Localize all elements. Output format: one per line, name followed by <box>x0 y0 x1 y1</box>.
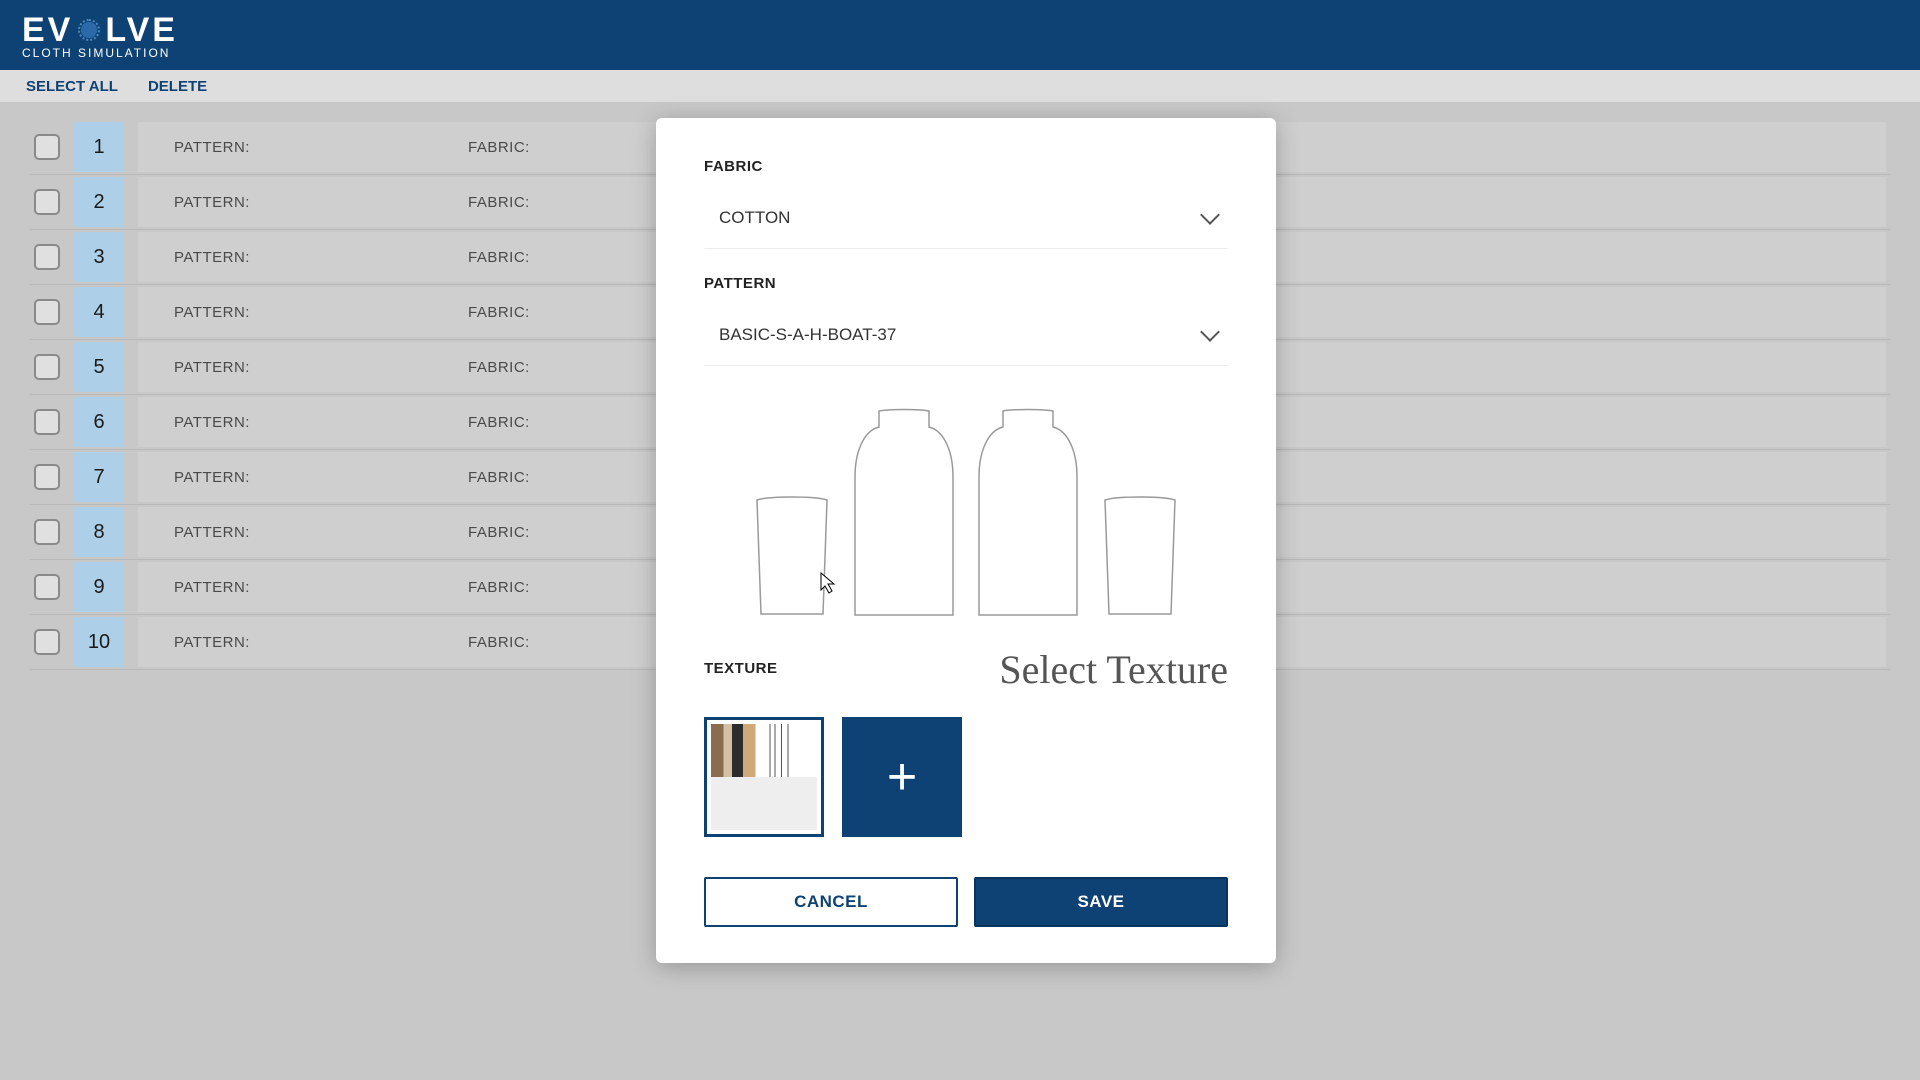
row-pattern-label: PATTERN: <box>138 194 468 211</box>
select-all-button[interactable]: SELECT ALL <box>26 78 118 95</box>
pattern-piece-icon <box>749 492 835 622</box>
row-pattern-label: PATTERN: <box>138 304 468 321</box>
row-checkbox[interactable] <box>34 464 60 490</box>
row-pattern-label: PATTERN: <box>138 249 468 266</box>
row-fabric-label: FABRIC: <box>468 139 530 156</box>
row-fabric-label: FABRIC: <box>468 414 530 431</box>
row-number: 10 <box>74 617 124 667</box>
pattern-section-label: PATTERN <box>704 275 1228 292</box>
row-fabric-label: FABRIC: <box>468 524 530 541</box>
fabric-select-value: COTTON <box>719 208 790 228</box>
row-pattern-label: PATTERN: <box>138 579 468 596</box>
toolbar: SELECT ALL DELETE <box>0 70 1920 102</box>
logo-subtitle: CLOTH SIMULATION <box>22 46 178 60</box>
fabric-select[interactable]: COTTON <box>704 193 1228 249</box>
fabric-section-label: FABRIC <box>704 158 1228 175</box>
row-pattern-label: PATTERN: <box>138 359 468 376</box>
row-number: 6 <box>74 397 124 447</box>
logo-text-left: EV <box>22 11 73 50</box>
app-header: EV LVE CLOTH SIMULATION <box>0 0 1920 70</box>
pattern-select-value: BASIC-S-A-H-BOAT-37 <box>719 325 896 345</box>
row-number: 2 <box>74 177 124 227</box>
row-checkbox[interactable] <box>34 299 60 325</box>
row-fabric-label: FABRIC: <box>468 194 530 211</box>
pattern-piece-icon <box>973 407 1083 622</box>
row-number: 4 <box>74 287 124 337</box>
row-checkbox[interactable] <box>34 574 60 600</box>
row-checkbox[interactable] <box>34 134 60 160</box>
pattern-select[interactable]: BASIC-S-A-H-BOAT-37 <box>704 310 1228 366</box>
row-pattern-label: PATTERN: <box>138 414 468 431</box>
row-checkbox[interactable] <box>34 244 60 270</box>
row-checkbox[interactable] <box>34 629 60 655</box>
logo-text-right: LVE <box>105 11 178 50</box>
row-checkbox[interactable] <box>34 409 60 435</box>
row-pattern-label: PATTERN: <box>138 634 468 651</box>
row-fabric-label: FABRIC: <box>468 304 530 321</box>
row-checkbox[interactable] <box>34 354 60 380</box>
row-number: 7 <box>74 452 124 502</box>
row-checkbox[interactable] <box>34 519 60 545</box>
row-pattern-label: PATTERN: <box>138 524 468 541</box>
plus-icon: + <box>887 747 917 807</box>
row-number: 3 <box>74 232 124 282</box>
select-texture-heading: Select Texture <box>999 646 1228 693</box>
delete-button[interactable]: DELETE <box>148 78 207 95</box>
edit-pattern-modal: FABRIC COTTON PATTERN BASIC-S-A-H-BOAT-3… <box>656 118 1276 963</box>
add-texture-button[interactable]: + <box>842 717 962 837</box>
save-button[interactable]: SAVE <box>974 877 1228 927</box>
gear-icon <box>75 16 103 44</box>
row-fabric-label: FABRIC: <box>468 579 530 596</box>
row-number: 8 <box>74 507 124 557</box>
row-number: 9 <box>74 562 124 612</box>
chevron-down-icon <box>1200 322 1220 342</box>
texture-thumbnail[interactable] <box>704 717 824 837</box>
row-number: 5 <box>74 342 124 392</box>
pattern-preview <box>704 392 1228 622</box>
pattern-piece-icon <box>849 407 959 622</box>
chevron-down-icon <box>1200 205 1220 225</box>
row-fabric-label: FABRIC: <box>468 359 530 376</box>
row-fabric-label: FABRIC: <box>468 469 530 486</box>
row-pattern-label: PATTERN: <box>138 139 468 156</box>
pattern-piece-icon <box>1097 492 1183 622</box>
row-fabric-label: FABRIC: <box>468 249 530 266</box>
row-fabric-label: FABRIC: <box>468 634 530 651</box>
app-logo: EV LVE CLOTH SIMULATION <box>22 11 178 60</box>
texture-section-label: TEXTURE <box>704 658 778 677</box>
texture-thumbnail-image <box>711 724 817 830</box>
row-pattern-label: PATTERN: <box>138 469 468 486</box>
row-checkbox[interactable] <box>34 189 60 215</box>
row-number: 1 <box>74 122 124 172</box>
cancel-button[interactable]: CANCEL <box>704 877 958 927</box>
